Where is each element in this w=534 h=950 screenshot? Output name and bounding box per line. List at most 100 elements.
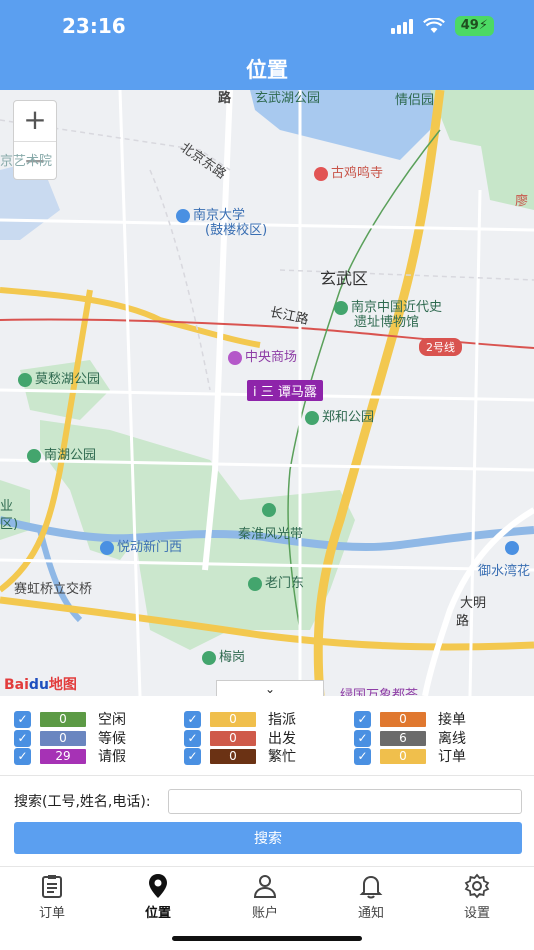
legend-count-badge: 29 xyxy=(40,748,86,764)
map-label-wanxiang: 绿国万象都荟 xyxy=(340,688,419,696)
legend-label: 订单 xyxy=(438,749,466,765)
map-view[interactable]: + − 路 玄武湖公园 情侣园 京艺术院 古鸡鸣寺 廖 北京东路 南京大学 (鼓… xyxy=(0,90,534,696)
map-label-qinhuai-belt: 秦淮风光带 xyxy=(238,527,304,542)
legend-item[interactable]: ✓ 0 接单 xyxy=(354,710,466,728)
chevron-down-icon: ⌄ xyxy=(264,682,276,696)
tab-account-label: 账户 xyxy=(251,906,278,921)
legend-item[interactable]: ✓ 0 空闲 xyxy=(14,710,126,728)
status-legend: ✓ 0 空闲 ✓ 0 指派 ✓ 0 接单 ✓ 0 等候 ✓ 0 出发 ✓ 6 离线 ✓ 29 请假 ✓ 0 繁忙 ✓ 0 订单 xyxy=(0,696,534,776)
wifi-icon xyxy=(422,18,445,33)
legend-item[interactable]: ✓ 0 繁忙 xyxy=(184,747,296,765)
search-row: 搜索(工号,姓名,电话): xyxy=(14,788,522,814)
map-label-nanhu-park: 南湖公园 xyxy=(27,444,96,463)
baidu-logo: Baidu地图 xyxy=(4,677,77,693)
map-label-zhongyang-mall-text: 中央商场 xyxy=(245,350,298,365)
map-label-mi: 廖 xyxy=(515,194,529,209)
tab-orders-label: 订单 xyxy=(38,906,65,921)
tab-account[interactable]: 账户 xyxy=(225,873,305,921)
map-label-top-left: 京艺术院 xyxy=(0,154,53,169)
legend-item[interactable]: ✓ 29 请假 xyxy=(14,747,126,765)
legend-count-badge: 6 xyxy=(380,730,426,746)
clipboard-icon xyxy=(42,875,62,898)
battery-level: 49 xyxy=(460,18,479,33)
gear-icon xyxy=(464,873,490,899)
legend-count-badge: 0 xyxy=(380,711,426,727)
tab-settings[interactable]: 设置 xyxy=(437,873,517,921)
residence-icon xyxy=(100,540,114,555)
museum-icon xyxy=(334,300,348,315)
scenic-icon xyxy=(262,502,276,517)
map-label-nju-sub: (鼓楼校区) xyxy=(205,223,268,238)
park-icon xyxy=(202,650,216,665)
map-label-laomendong: 老门东 xyxy=(248,572,304,591)
worker-marker[interactable]: i 三 谭马露 xyxy=(247,380,323,401)
legend-item[interactable]: ✓ 6 离线 xyxy=(354,729,466,747)
legend-item[interactable]: ✓ 0 等候 xyxy=(14,729,126,747)
home-indicator xyxy=(172,936,362,941)
legend-label: 等候 xyxy=(98,731,126,747)
status-icons: 49⚡ xyxy=(390,16,494,36)
legend-count-badge: 0 xyxy=(40,711,86,727)
map-label-laomendong-text: 老门东 xyxy=(265,576,305,591)
search-label: 搜索(工号,姓名,电话): xyxy=(14,794,151,810)
legend-checkbox[interactable]: ✓ xyxy=(354,729,371,747)
status-time: 23:16 xyxy=(62,14,126,38)
legend-label: 指派 xyxy=(268,712,296,728)
tab-orders[interactable]: 订单 xyxy=(12,873,92,921)
map-label-nanhu-park-text: 南湖公园 xyxy=(44,448,97,463)
map-label-meigang: 梅岗 xyxy=(202,646,245,665)
shopping-icon xyxy=(228,350,242,365)
legend-count-badge: 0 xyxy=(40,730,86,746)
map-label-yuedong-text: 悦动新门西 xyxy=(117,540,183,555)
map-label-left-edge-2: 区) xyxy=(0,517,19,532)
map-label-qingluyuan: 情侣园 xyxy=(395,93,435,108)
school-icon xyxy=(176,208,190,223)
legend-count-badge: 0 xyxy=(210,711,256,727)
map-label-jiming-temple: 古鸡鸣寺 xyxy=(314,162,383,181)
legend-label: 离线 xyxy=(438,731,466,747)
search-input[interactable] xyxy=(168,788,522,814)
map-label-zhenghe-park-text: 郑和公园 xyxy=(322,410,375,425)
map-label-yushuiwan: 御水湾花 xyxy=(478,564,531,579)
legend-count-badge: 0 xyxy=(210,748,256,764)
tab-location-label: 位置 xyxy=(144,906,171,921)
signal-icon xyxy=(390,18,413,34)
map-label-xuanwuhu: 玄武湖公园 xyxy=(255,91,321,106)
legend-label: 出发 xyxy=(268,731,296,747)
legend-checkbox[interactable]: ✓ xyxy=(184,710,201,728)
legend-checkbox[interactable]: ✓ xyxy=(184,729,201,747)
legend-count-badge: 0 xyxy=(380,748,426,764)
map-label-ming-road-2: 路 xyxy=(456,614,470,629)
tab-notifications[interactable]: 通知 xyxy=(331,873,411,921)
map-label-museum-2: 遗址博物馆 xyxy=(354,315,420,330)
collapse-panel-button[interactable]: ⌄ xyxy=(216,680,324,696)
tab-location[interactable]: 位置 xyxy=(118,873,198,921)
legend-label: 接单 xyxy=(438,712,466,728)
legend-checkbox[interactable]: ✓ xyxy=(354,710,371,728)
legend-checkbox[interactable]: ✓ xyxy=(14,710,31,728)
battery-icon: 49⚡ xyxy=(454,16,494,36)
map-label-district: 玄武区 xyxy=(320,269,369,288)
map-label-yuedong: 悦动新门西 xyxy=(100,536,182,555)
park-icon xyxy=(18,372,32,387)
location-pin-icon xyxy=(149,874,167,898)
park-icon xyxy=(305,410,319,425)
park-icon xyxy=(27,448,41,463)
legend-item[interactable]: ✓ 0 出发 xyxy=(184,729,296,747)
legend-label: 繁忙 xyxy=(268,749,296,765)
page-title: 位置 xyxy=(246,58,288,82)
legend-label: 空闲 xyxy=(98,712,126,728)
legend-item[interactable]: ✓ 0 订单 xyxy=(354,747,466,765)
legend-checkbox[interactable]: ✓ xyxy=(354,747,371,765)
legend-checkbox[interactable]: ✓ xyxy=(184,747,201,765)
map-label-zhenghe-park: 郑和公园 xyxy=(305,406,374,425)
legend-label: 请假 xyxy=(98,749,126,765)
map-label-residence-icon xyxy=(505,540,522,555)
legend-checkbox[interactable]: ✓ xyxy=(14,729,31,747)
legend-item[interactable]: ✓ 0 指派 xyxy=(184,710,296,728)
search-button[interactable]: 搜索 xyxy=(14,822,522,854)
map-label-mochou-park-text: 莫愁湖公园 xyxy=(35,372,101,387)
zoom-in-button[interactable]: + xyxy=(14,101,56,141)
legend-checkbox[interactable]: ✓ xyxy=(14,747,31,765)
residence-icon xyxy=(505,540,519,555)
